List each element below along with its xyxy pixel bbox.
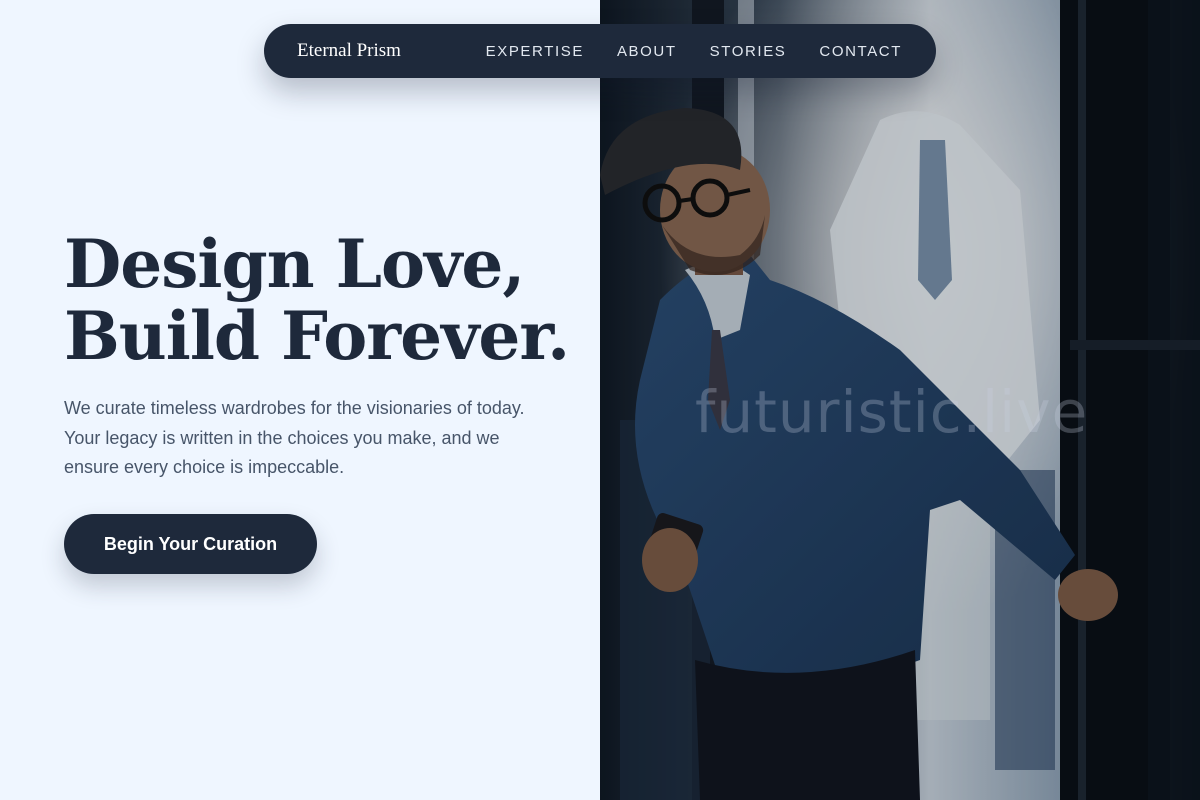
hero-heading-line-1: Design Love, [64, 225, 525, 303]
landing-page: Design Love, Build Forever. We curate ti… [0, 0, 1200, 800]
nav-links: EXPERTISE ABOUT STORIES CONTACT [486, 24, 902, 78]
nav-link-stories[interactable]: STORIES [710, 43, 787, 60]
nav-link-expertise[interactable]: EXPERTISE [486, 43, 584, 60]
menswear-photo-illustration [600, 0, 1200, 800]
hero-description: We curate timeless wardrobes for the vis… [64, 398, 525, 477]
hero-photo [600, 0, 1200, 800]
brand-logo[interactable]: Eternal Prism [297, 24, 401, 78]
top-navbar: Eternal Prism EXPERTISE ABOUT STORIES CO… [264, 24, 936, 78]
nav-link-contact[interactable]: CONTACT [819, 43, 902, 60]
hero-heading: Design Love, Build Forever. [64, 225, 570, 375]
hero-section: Design Love, Build Forever. We curate ti… [0, 0, 600, 800]
begin-curation-button[interactable]: Begin Your Curation [64, 514, 317, 574]
nav-link-about[interactable]: ABOUT [617, 43, 677, 60]
hero-heading-line-2: Build Forever. [64, 297, 570, 375]
